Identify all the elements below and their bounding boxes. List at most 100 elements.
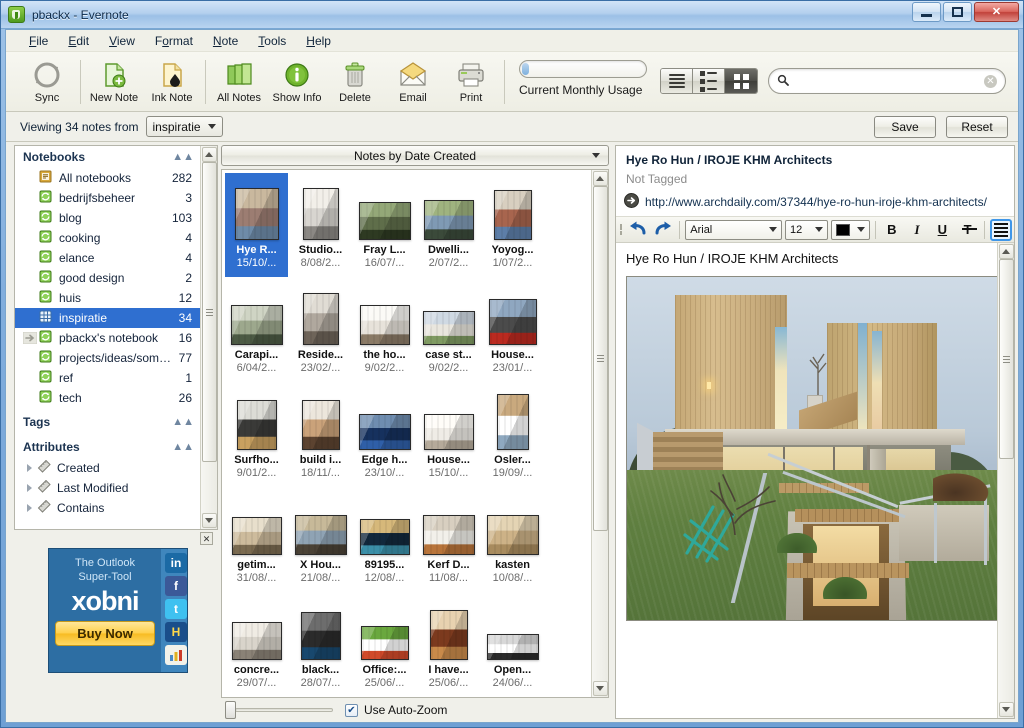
scroll-down-button[interactable]: [201, 513, 217, 528]
save-button[interactable]: Save: [874, 115, 936, 138]
search-input[interactable]: [794, 74, 984, 88]
attribute-row-contains[interactable]: Contains: [15, 498, 200, 518]
editor-scrollbar[interactable]: [997, 243, 1014, 718]
scrollbar-thumb[interactable]: [201, 162, 217, 462]
chevron-up-icon[interactable]: ▲▲: [172, 151, 194, 163]
menu-view[interactable]: View: [100, 31, 144, 51]
note-card[interactable]: concre... 29/07/...: [225, 593, 288, 697]
expand-triangle-icon[interactable]: [27, 484, 32, 492]
scrollbar-thumb[interactable]: [998, 259, 1014, 459]
note-card[interactable]: I have... 25/06/...: [417, 593, 480, 697]
note-card[interactable]: build i... 18/11/...: [289, 383, 352, 487]
reset-button[interactable]: Reset: [946, 115, 1008, 138]
notebooks-section-header[interactable]: Notebooks ▲▲: [15, 146, 200, 168]
buy-now-button[interactable]: Buy Now: [55, 621, 155, 646]
note-content[interactable]: Hye Ro Hun / IROJE KHM Architects: [616, 243, 997, 718]
redo-button[interactable]: [652, 219, 674, 241]
chevron-up-icon[interactable]: ▲▲: [172, 441, 194, 453]
notebook-row-tech[interactable]: tech 26: [15, 388, 200, 408]
thumbnail-view-button[interactable]: [725, 69, 757, 93]
note-source-url[interactable]: http://www.archdaily.com/37344/hye-ro-hu…: [645, 195, 987, 209]
note-card[interactable]: kasten 10/08/...: [481, 488, 544, 592]
notebook-row-blog[interactable]: blog 103: [15, 208, 200, 228]
note-tags[interactable]: Not Tagged: [616, 170, 1014, 190]
note-title[interactable]: Hye Ro Hun / IROJE KHM Architects: [616, 146, 1014, 170]
expand-triangle-icon[interactable]: [27, 504, 32, 512]
source-url-arrow-icon[interactable]: [624, 193, 639, 211]
note-sort-dropdown[interactable]: Notes by Date Created: [221, 145, 609, 166]
thumbnail-zoom-slider[interactable]: [225, 701, 333, 719]
menu-format[interactable]: Format: [146, 31, 202, 51]
chart-icon[interactable]: [165, 645, 187, 665]
sync-button[interactable]: Sync: [18, 56, 76, 110]
chevron-up-icon[interactable]: ▲▲: [172, 416, 194, 428]
note-card[interactable]: Office:... 25/06/...: [353, 593, 416, 697]
slider-thumb[interactable]: [225, 701, 236, 719]
new-note-button[interactable]: New Note: [85, 56, 143, 110]
notebook-row-huis[interactable]: huis 12: [15, 288, 200, 308]
scrollbar-track[interactable]: [998, 259, 1014, 702]
snippet-view-button[interactable]: [693, 69, 725, 93]
attribute-row-last-modified[interactable]: Last Modified: [15, 478, 200, 498]
list-view-button[interactable]: [661, 69, 693, 93]
notebook-row-elance[interactable]: elance 4: [15, 248, 200, 268]
xobni-ad[interactable]: The Outlook Super-Tool xobni Buy Now in …: [48, 548, 188, 673]
auto-zoom-checkbox-row[interactable]: ✔ Use Auto-Zoom: [345, 703, 447, 717]
print-button[interactable]: Print: [442, 56, 500, 110]
twitter-icon[interactable]: t: [165, 599, 187, 619]
note-card[interactable]: Studio... 8/08/2...: [289, 173, 352, 277]
menu-file[interactable]: File: [20, 31, 57, 51]
note-card[interactable]: Edge h... 23/10/...: [353, 383, 416, 487]
note-card[interactable]: case st... 9/02/2...: [417, 278, 480, 382]
menu-edit[interactable]: Edit: [59, 31, 98, 51]
note-card[interactable]: Carapi... 6/04/2...: [225, 278, 288, 382]
chevron-down-icon[interactable]: [814, 227, 823, 232]
font-family-dropdown[interactable]: Arial: [685, 219, 783, 240]
note-card[interactable]: Surfho... 9/01/2...: [225, 383, 288, 487]
facebook-icon[interactable]: f: [165, 576, 187, 596]
note-card[interactable]: getim... 31/08/...: [225, 488, 288, 592]
note-card[interactable]: Hye R... 15/10/...: [225, 173, 288, 277]
attributes-section-header[interactable]: Attributes ▲▲: [15, 433, 200, 458]
note-card[interactable]: the ho... 9/02/2...: [353, 278, 416, 382]
auto-zoom-checkbox[interactable]: ✔: [345, 703, 358, 717]
undo-button[interactable]: [627, 219, 649, 241]
note-card[interactable]: Dwelli... 2/07/2...: [417, 173, 480, 277]
attribute-row-created[interactable]: Created: [15, 458, 200, 478]
maximize-button[interactable]: [943, 2, 972, 22]
sidebar-scrollbar[interactable]: [200, 146, 217, 529]
note-card[interactable]: Kerf D... 11/08/...: [417, 488, 480, 592]
scrollbar-track[interactable]: [201, 162, 217, 513]
show-info-button[interactable]: Show Info: [268, 56, 326, 110]
chevron-down-icon[interactable]: [856, 227, 865, 232]
font-color-dropdown[interactable]: [830, 219, 870, 240]
menu-help[interactable]: Help: [297, 31, 340, 51]
underline-button[interactable]: U: [931, 219, 953, 241]
search-box[interactable]: ✕: [768, 68, 1006, 94]
notebook-row-good-design[interactable]: good design 2: [15, 268, 200, 288]
note-card[interactable]: Open... 24/06/...: [481, 593, 544, 697]
email-button[interactable]: Email: [384, 56, 442, 110]
notebook-row-inspiratie[interactable]: inspiratie 34: [15, 308, 200, 328]
scroll-up-button[interactable]: [592, 171, 608, 186]
notebook-row-ref[interactable]: ref 1: [15, 368, 200, 388]
hoovers-icon[interactable]: H: [165, 622, 187, 642]
toolbar-drag-handle[interactable]: [618, 222, 624, 238]
chevron-down-icon[interactable]: [592, 153, 600, 158]
note-thumbnail-grid[interactable]: Hye R... 15/10/... Studio... 8/08/2... Fray …: [222, 170, 591, 697]
minimize-button[interactable]: [912, 2, 941, 22]
strikethrough-button[interactable]: T: [956, 219, 978, 241]
ink-note-button[interactable]: Ink Note: [143, 56, 201, 110]
notebook-row-all-notebooks[interactable]: All notebooks 282: [15, 168, 200, 188]
scroll-down-button[interactable]: [998, 702, 1014, 717]
align-left-button[interactable]: [989, 218, 1012, 241]
menu-tools[interactable]: Tools: [249, 31, 295, 51]
note-card[interactable]: Yoyog... 1/07/2...: [481, 173, 544, 277]
font-size-dropdown[interactable]: 12: [785, 219, 828, 240]
note-source-url-row[interactable]: http://www.archdaily.com/37344/hye-ro-hu…: [616, 190, 1014, 217]
notebook-filter-dropdown[interactable]: inspiratie: [145, 116, 223, 137]
scroll-up-button[interactable]: [201, 147, 217, 162]
notebook-row-bedrijfsbeheer[interactable]: bedrijfsbeheer 3: [15, 188, 200, 208]
note-card[interactable]: House... 15/10/...: [417, 383, 480, 487]
notebook-row-cooking[interactable]: cooking 4: [15, 228, 200, 248]
